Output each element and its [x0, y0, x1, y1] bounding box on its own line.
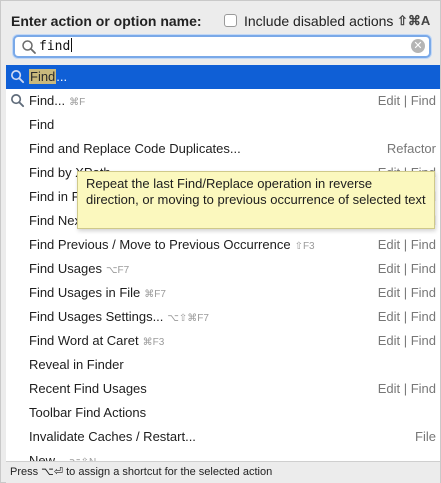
- result-row[interactable]: Find Usages Settings... ⌥⇧⌘F7 Edit | Find: [6, 305, 440, 329]
- result-name-text: Recent Find Usages: [29, 381, 147, 396]
- match-highlight: Find: [29, 69, 57, 84]
- result-group: Edit | Find: [377, 285, 436, 300]
- result-name-text: Find: [29, 117, 55, 132]
- result-name: Find Usages in File ⌘F7: [29, 281, 166, 307]
- result-name-text: Find Usages Settings...: [29, 309, 164, 324]
- footer-hint: Press ⌥⏎ to assign a shortcut for the se…: [6, 461, 440, 483]
- result-row[interactable]: New...⌥⇧N: [6, 449, 440, 461]
- result-shortcut: ⌥F7: [105, 265, 130, 276]
- result-shortcut: ⌥⇧⌘F7: [167, 313, 209, 324]
- result-group: Edit | Find: [377, 381, 436, 396]
- result-shortcut: ⌘F7: [144, 289, 166, 300]
- result-row[interactable]: Invalidate Caches / Restart... File: [6, 425, 440, 449]
- action-tooltip: Repeat the last Find/Replace operation i…: [77, 171, 435, 229]
- result-group: Edit | Find: [377, 93, 436, 108]
- result-row[interactable]: Find Usages in File ⌘F7 Edit | Find: [6, 281, 440, 305]
- search-icon: [11, 94, 25, 108]
- results-list: Find... Find... ⌘F Edit | Find Find Find and …: [6, 65, 440, 461]
- result-row[interactable]: Toolbar Find Actions: [6, 401, 440, 425]
- result-name: Find Usages Settings... ⌥⇧⌘F7: [29, 305, 209, 331]
- search-field[interactable]: find ✕: [13, 35, 431, 58]
- result-shortcut: ⌘F3: [142, 337, 165, 348]
- result-row[interactable]: Find Usages ⌥F7 Edit | Find: [6, 257, 440, 281]
- result-group: Edit | Find: [377, 237, 436, 252]
- result-name: Find and Replace Code Duplicates...: [29, 137, 241, 161]
- result-name-text: Find and Replace Code Duplicates...: [29, 141, 241, 156]
- find-action-popup: Enter action or option name: Include dis…: [0, 0, 441, 483]
- result-name: Reveal in Finder: [29, 353, 124, 377]
- result-row-selected[interactable]: Find...: [6, 65, 440, 89]
- result-name-text: Toolbar Find Actions: [29, 405, 147, 420]
- result-name: Find Usages ⌥F7: [29, 257, 129, 283]
- search-icon: [22, 40, 36, 54]
- result-name-text: New...: [29, 453, 66, 461]
- result-group: File: [415, 429, 436, 444]
- header-label: Enter action or option name:: [11, 13, 202, 29]
- result-group: Edit | Find: [377, 261, 436, 276]
- popup-header: Enter action or option name: Include dis…: [1, 1, 441, 33]
- search-input[interactable]: find: [39, 38, 73, 54]
- result-group: Refactor: [386, 141, 436, 156]
- result-name-text: ...: [56, 69, 68, 84]
- include-disabled-checkbox[interactable]: [224, 14, 237, 27]
- result-name: Find Previous / Move to Previous Occurre…: [29, 233, 315, 259]
- result-shortcut: ⌘F: [69, 97, 86, 108]
- result-row[interactable]: Find Word at Caret ⌘F3 Edit | Find: [6, 329, 440, 353]
- search-input-value[interactable]: find: [39, 39, 70, 54]
- result-group: Edit | Find: [377, 333, 436, 348]
- result-name: Recent Find Usages: [29, 377, 147, 401]
- result-group: Edit | Find: [377, 309, 436, 324]
- result-name-text: Find Previous / Move to Previous Occurre…: [29, 237, 291, 252]
- result-row[interactable]: Find and Replace Code Duplicates... Refac…: [6, 137, 440, 161]
- result-row[interactable]: Find... ⌘F Edit | Find: [6, 89, 440, 113]
- include-disabled-label[interactable]: Include disabled actions: [244, 13, 393, 29]
- result-name: Find... ⌘F: [29, 89, 85, 115]
- clear-icon[interactable]: ✕: [411, 39, 425, 53]
- result-name-text: Find Usages: [29, 261, 102, 276]
- result-name: Invalidate Caches / Restart...: [29, 425, 196, 449]
- result-row[interactable]: Recent Find Usages Edit | Find: [6, 377, 440, 401]
- result-row[interactable]: Find Previous / Move to Previous Occurre…: [6, 233, 440, 257]
- result-name-text: Find...: [29, 93, 66, 108]
- result-shortcut: ⇧F3: [294, 241, 315, 252]
- text-caret: [71, 38, 73, 52]
- result-name: Find: [29, 113, 54, 137]
- result-name-text: Reveal in Finder: [29, 357, 124, 372]
- shortcut-hint: ⇧⌘A: [397, 13, 431, 28]
- result-name: Find...: [29, 65, 67, 89]
- result-name-text: Invalidate Caches / Restart...: [29, 429, 196, 444]
- result-name-text: Find Usages in File: [29, 285, 141, 300]
- result-name: Toolbar Find Actions: [29, 401, 146, 425]
- result-row[interactable]: Reveal in Finder: [6, 353, 440, 377]
- result-name: New...⌥⇧N: [29, 449, 96, 461]
- result-row[interactable]: Find: [6, 113, 440, 137]
- result-name-text: Find Word at Caret: [29, 333, 139, 348]
- result-name: Find Word at Caret ⌘F3: [29, 329, 164, 355]
- search-icon: [11, 70, 25, 84]
